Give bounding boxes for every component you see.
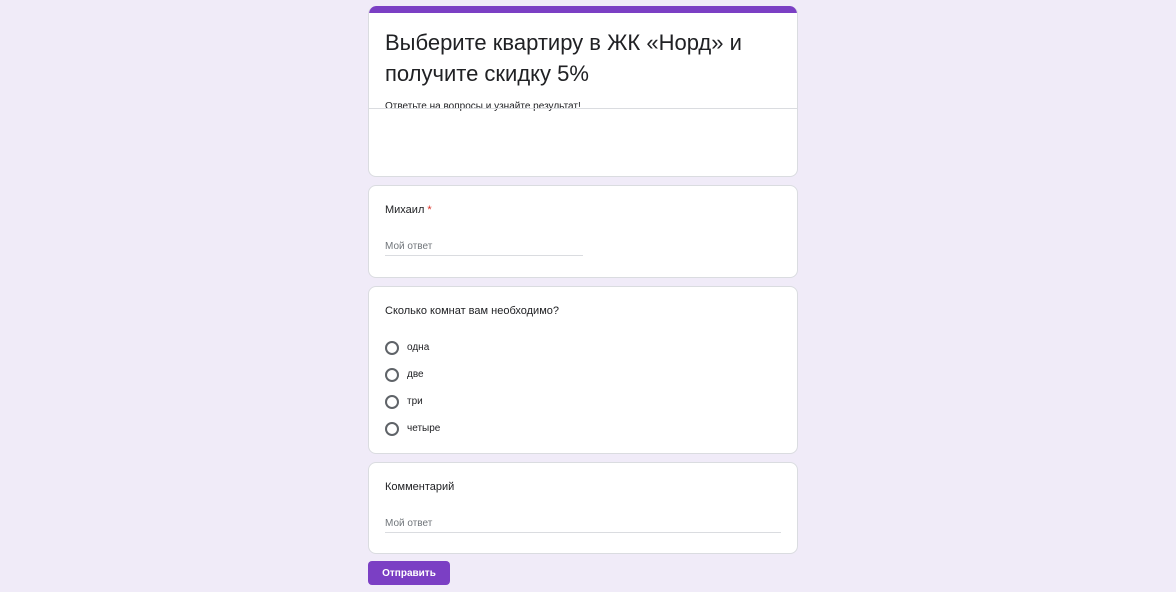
submit-button[interactable]: Отправить — [368, 561, 450, 585]
form-container: Выберите квартиру в ЖК «Норд» и получите… — [368, 6, 798, 554]
radio-unchecked-icon[interactable] — [385, 367, 399, 382]
rooms-option-2[interactable]: две — [385, 361, 440, 388]
form-title: Выберите квартиру в ЖК «Норд» и получите… — [385, 30, 742, 86]
rooms-option-label: три — [407, 396, 423, 407]
form-header-card: Выберите квартиру в ЖК «Норд» и получите… — [368, 6, 798, 177]
question-card-comment: Комментарий — [368, 462, 798, 554]
question-label-rooms: Сколько комнат вам необходимо? — [385, 305, 559, 317]
form-accent-bar — [369, 6, 797, 13]
question-label-name-text: Михаил — [385, 204, 425, 216]
rooms-option-label: четыре — [407, 423, 441, 434]
question-label-name: Михаил * — [385, 204, 432, 216]
rooms-option-label: две — [407, 369, 424, 380]
required-asterisk: * — [427, 204, 432, 216]
rooms-option-label: одна — [407, 342, 430, 353]
question-card-rooms: Сколько комнат вам необходимо? одна две … — [368, 286, 798, 454]
header-divider — [369, 108, 797, 109]
question-label-comment: Комментарий — [385, 481, 455, 493]
radio-unchecked-icon[interactable] — [385, 340, 399, 355]
question-card-name: Михаил * — [368, 185, 798, 278]
rooms-option-1[interactable]: одна — [385, 334, 440, 361]
rooms-radio-group: одна две три четыре — [385, 334, 440, 442]
rooms-option-4[interactable]: четыре — [385, 415, 440, 442]
rooms-option-3[interactable]: три — [385, 388, 440, 415]
radio-unchecked-icon[interactable] — [385, 394, 399, 409]
comment-input[interactable] — [385, 514, 781, 533]
name-input[interactable] — [385, 237, 583, 256]
radio-unchecked-icon[interactable] — [385, 421, 399, 436]
